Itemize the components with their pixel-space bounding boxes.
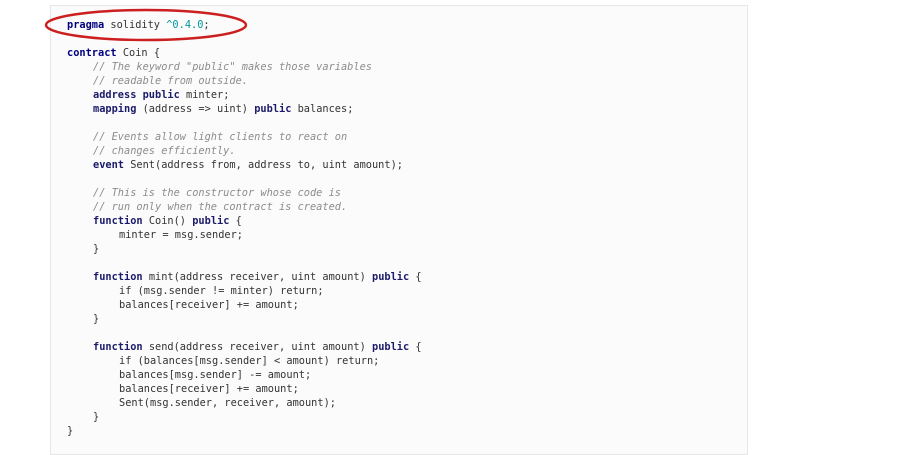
function-keyword: function (93, 215, 143, 227)
open-brace: { (153, 47, 161, 59)
function-signature: send(address receiver, uint amount) (148, 341, 366, 353)
code-block: pragma solidity ^0.4.0; contract Coin { … (50, 5, 748, 455)
contract-keyword: contract (67, 47, 117, 59)
open-brace: { (415, 271, 422, 283)
pragma-version: ^0.4.0 (166, 19, 204, 31)
minter-declaration: address public minter; (67, 88, 422, 102)
function-signature: mint(address receiver, uint amount) (148, 271, 366, 283)
constructor-declaration: function Coin() public { (67, 214, 422, 228)
comment-line: // This is the constructor whose code is (93, 187, 341, 199)
comment-line: // The keyword "public" makes those vari… (93, 61, 372, 73)
balances-declaration: mapping (address => uint) public balance… (67, 102, 422, 116)
code-lines: pragma solidity ^0.4.0; contract Coin { … (67, 18, 422, 438)
function-signature: Coin() (148, 215, 187, 227)
contract-close-brace: } (67, 425, 74, 437)
pragma-name: solidity (110, 19, 161, 31)
constructor-body-line: minter = msg.sender; (119, 229, 243, 241)
send-declaration: function send(address receiver, uint amo… (67, 340, 422, 354)
function-keyword: function (93, 341, 143, 353)
public-keyword: public (372, 341, 410, 353)
public-keyword: public (372, 271, 410, 283)
mapping-keyword: mapping (93, 103, 137, 115)
comment-line: // changes efficiently. (93, 145, 236, 157)
variable-name: balances; (297, 103, 354, 115)
contract-name: Coin (122, 47, 148, 59)
send-body-line: if (balances[msg.sender] < amount) retur… (119, 355, 380, 367)
mint-body-line: if (msg.sender != minter) return; (119, 285, 324, 297)
event-signature: Sent(address from, address to, uint amou… (130, 159, 403, 171)
mint-declaration: function mint(address receiver, uint amo… (67, 270, 422, 284)
open-brace: { (415, 341, 422, 353)
pragma-keyword: pragma (67, 19, 105, 31)
comment-line: // Events allow light clients to react o… (93, 131, 348, 143)
comment-line: // run only when the contract is created… (93, 201, 348, 213)
mint-body-line: balances[receiver] += amount; (119, 299, 299, 311)
type-keyword: address (93, 89, 137, 101)
send-body-line: balances[msg.sender] -= amount; (119, 369, 312, 381)
contract-declaration: contract Coin { (67, 46, 422, 60)
event-keyword: event (93, 159, 124, 171)
send-body-line: balances[receiver] += amount; (119, 383, 299, 395)
public-keyword: public (142, 89, 180, 101)
function-keyword: function (93, 271, 143, 283)
send-body-line: Sent(msg.sender, receiver, amount); (119, 397, 336, 409)
pragma-line: pragma solidity ^0.4.0; (67, 18, 422, 32)
event-declaration: event Sent(address from, address to, uin… (67, 158, 422, 172)
public-keyword: public (192, 215, 230, 227)
close-brace: } (93, 313, 100, 325)
pragma-semicolon: ; (203, 19, 210, 31)
comment-line: // readable from outside. (93, 75, 248, 87)
public-keyword: public (254, 103, 292, 115)
close-brace: } (93, 411, 100, 423)
open-brace: { (235, 215, 242, 227)
close-brace: } (93, 243, 100, 255)
mapping-types: (address => uint) (142, 103, 248, 115)
variable-name: minter; (186, 89, 230, 101)
